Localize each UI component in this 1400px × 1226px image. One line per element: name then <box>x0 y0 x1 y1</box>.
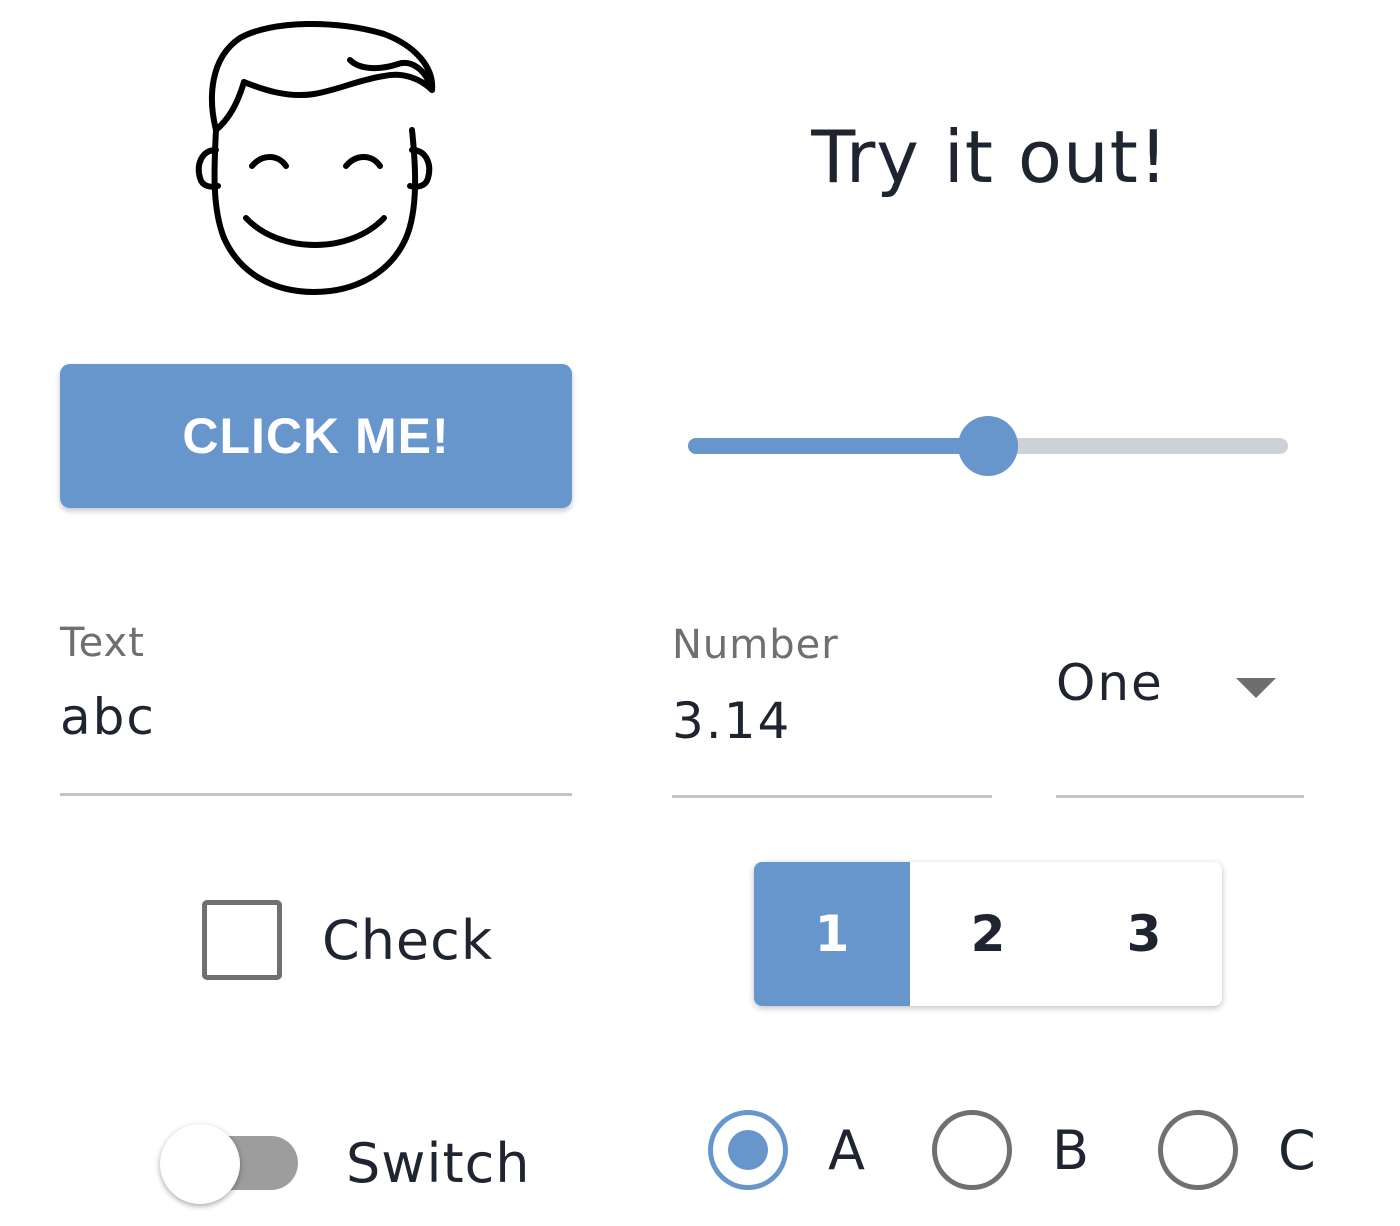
radio-option-c[interactable]: C <box>1158 1110 1316 1190</box>
smiling-face-icon <box>195 20 436 295</box>
radio-circle-b[interactable] <box>932 1110 1012 1190</box>
slider-fill <box>688 438 988 454</box>
option-select[interactable]: One <box>1056 640 1304 798</box>
radio-dot <box>728 1130 768 1170</box>
number-field-value[interactable]: 3.14 <box>672 692 791 750</box>
radio-label-b[interactable]: B <box>1052 1119 1089 1182</box>
number-field[interactable]: Number 3.14 <box>672 610 992 798</box>
toggle-button-3[interactable]: 3 <box>1066 862 1222 1006</box>
text-field-label: Text <box>60 620 145 666</box>
number-field-label: Number <box>672 622 839 668</box>
text-field[interactable]: Text abc <box>60 610 572 796</box>
toggle-button-1[interactable]: 1 <box>754 862 910 1006</box>
demo-panel: Try it out! CLICK ME! Text abc Number 3.… <box>0 0 1400 1226</box>
number-toggle-group: 1 2 3 <box>754 862 1222 1006</box>
value-slider[interactable] <box>688 414 1288 478</box>
slider-thumb[interactable] <box>958 416 1018 476</box>
select-value[interactable]: One <box>1056 654 1164 712</box>
switch-label[interactable]: Switch <box>346 1132 531 1195</box>
radio-option-a[interactable]: A <box>708 1110 865 1190</box>
radio-label-c[interactable]: C <box>1278 1119 1316 1182</box>
chevron-down-icon[interactable] <box>1236 678 1276 698</box>
checkbox-box[interactable] <box>202 900 282 980</box>
radio-circle-c[interactable] <box>1158 1110 1238 1190</box>
check-checkbox[interactable]: Check <box>202 900 493 980</box>
switch-control[interactable] <box>160 1120 300 1206</box>
toggle-button-2[interactable]: 2 <box>910 862 1066 1006</box>
switch-knob[interactable] <box>160 1124 240 1204</box>
click-me-button[interactable]: CLICK ME! <box>60 364 572 508</box>
switch-toggle[interactable]: Switch <box>160 1120 531 1206</box>
radio-label-a[interactable]: A <box>828 1119 865 1182</box>
checkbox-label[interactable]: Check <box>322 909 493 972</box>
radio-option-b[interactable]: B <box>932 1110 1089 1190</box>
page-title: Try it out! <box>811 115 1169 199</box>
text-field-value[interactable]: abc <box>60 688 156 746</box>
radio-circle-a[interactable] <box>708 1110 788 1190</box>
